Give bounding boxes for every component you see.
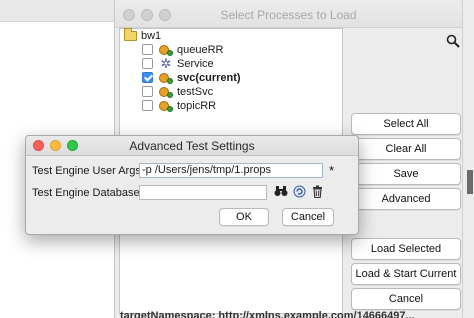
tree-item-label: queueRR xyxy=(177,43,224,56)
advanced-test-settings-dialog: Advanced Test Settings Test Engine User … xyxy=(25,135,359,235)
trash-icon[interactable] xyxy=(310,185,324,199)
search-icon[interactable] xyxy=(445,34,461,50)
user-args-label: Test Engine User Args: xyxy=(32,165,144,177)
checkbox-testsvc[interactable] xyxy=(142,86,153,97)
process-gear-icon xyxy=(159,85,173,98)
tree-item-label: svc(current) xyxy=(177,71,241,84)
database-label: Test Engine Database: xyxy=(32,187,143,199)
window-title: Select Processes to Load xyxy=(220,8,357,22)
folder-icon xyxy=(124,28,137,41)
select-processes-titlebar: Select Processes to Load xyxy=(115,0,462,28)
user-args-input[interactable]: -p /Users/jens/tmp/1.props xyxy=(139,163,323,178)
ok-button[interactable]: OK xyxy=(219,208,269,226)
tree-item-service[interactable]: ✲ Service xyxy=(142,57,214,70)
service-icon: ✲ xyxy=(160,56,172,71)
checkbox-queuerr[interactable] xyxy=(142,44,153,55)
load-selected-button[interactable]: Load Selected xyxy=(351,238,461,260)
checkbox-svc-current[interactable] xyxy=(142,72,153,83)
dialog-titlebar: Advanced Test Settings xyxy=(26,136,358,156)
dialog-cancel-button[interactable]: Cancel xyxy=(282,208,334,226)
background-window-right xyxy=(462,0,474,318)
tree-item-label: topicRR xyxy=(177,99,217,112)
required-marker: * xyxy=(329,163,335,178)
tree-item-topicrr[interactable]: topicRR xyxy=(142,99,216,112)
clear-all-button[interactable]: Clear All xyxy=(351,138,461,160)
tree-root-label: bw1 xyxy=(141,30,162,42)
dialog-title: Advanced Test Settings xyxy=(129,139,255,153)
process-gear-icon xyxy=(159,71,173,84)
select-all-button[interactable]: Select All xyxy=(351,113,461,135)
checkbox-topicrr[interactable] xyxy=(142,100,153,111)
checkbox-service[interactable] xyxy=(142,58,153,69)
background-window-left-toolbar xyxy=(0,0,114,22)
tree-item-label: Service xyxy=(177,57,214,70)
refresh-icon[interactable] xyxy=(292,185,306,199)
background-scroll-marker xyxy=(467,170,473,194)
process-gear-icon xyxy=(159,99,173,112)
binoculars-icon[interactable] xyxy=(274,185,288,199)
database-input[interactable] xyxy=(139,185,267,200)
process-gear-icon xyxy=(159,43,173,56)
tree-item-label: testSvc xyxy=(177,85,214,98)
background-namespace-text: targetNamespace: http://xmlns.example.co… xyxy=(120,310,415,318)
advanced-button[interactable]: Advanced xyxy=(351,188,461,210)
tree-item-queuerr[interactable]: queueRR xyxy=(142,43,223,56)
tree-root[interactable]: bw1 xyxy=(124,28,162,43)
save-button[interactable]: Save xyxy=(351,163,461,185)
tree-item-svc-current[interactable]: svc(current) xyxy=(142,71,241,84)
tree-item-testsvc[interactable]: testSvc xyxy=(142,85,213,98)
cancel-button[interactable]: Cancel xyxy=(351,288,461,310)
load-start-current-button[interactable]: Load & Start Current xyxy=(351,263,461,285)
